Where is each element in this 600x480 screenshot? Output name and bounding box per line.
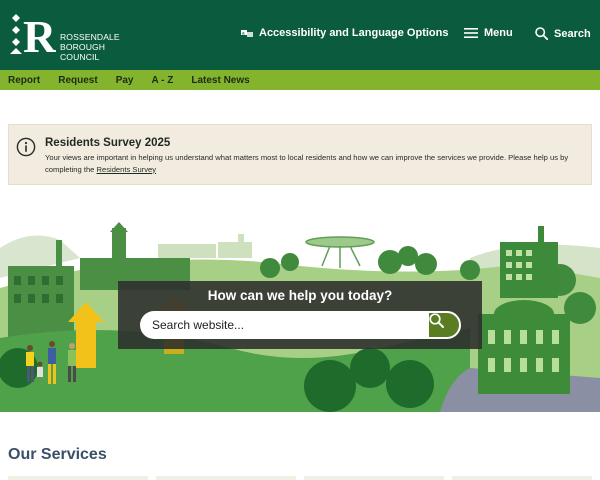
hero-banner: How can we help you today? [0, 218, 600, 412]
survey-title: Residents Survey 2025 [45, 137, 171, 149]
service-card[interactable] [304, 476, 444, 480]
service-card[interactable] [8, 476, 148, 480]
language-icon: a [241, 29, 253, 37]
nav-latest-news[interactable]: Latest News [191, 75, 249, 86]
survey-banner: Residents Survey 2025 Your views are imp… [8, 124, 592, 185]
search-icon [429, 313, 444, 328]
service-card[interactable] [452, 476, 592, 480]
info-icon [16, 137, 36, 157]
council-name: ROSSENDALE BOROUGH COUNCIL [60, 32, 120, 62]
site-header: R ROSSENDALE BOROUGH COUNCIL a Accessibi… [0, 0, 600, 70]
nav-a-z[interactable]: A - Z [151, 75, 173, 86]
logo-emblem-icon: R [10, 11, 57, 62]
header-search-button[interactable]: Search [535, 27, 591, 40]
service-card[interactable] [156, 476, 296, 480]
council-name-line-3: COUNCIL [60, 52, 100, 62]
survey-description: Your views are important in helping us u… [45, 152, 585, 175]
council-name-line-1: ROSSENDALE [60, 32, 120, 42]
accessibility-options-label: Accessibility and Language Options [259, 27, 449, 39]
council-logo[interactable]: R ROSSENDALE BOROUGH COUNCIL [8, 11, 120, 62]
nav-report[interactable]: Report [8, 75, 40, 86]
site-search-input[interactable] [140, 311, 438, 339]
hamburger-icon [464, 28, 478, 38]
nav-request[interactable]: Request [58, 75, 97, 86]
accessibility-options-button[interactable]: a Accessibility and Language Options [241, 27, 448, 39]
help-heading: How can we help you today? [207, 288, 393, 303]
menu-label: Menu [484, 27, 513, 39]
residents-survey-link[interactable]: Residents Survey [97, 165, 157, 174]
svg-text:R: R [23, 12, 56, 58]
menu-button[interactable]: Menu [464, 27, 513, 39]
site-search-submit-button[interactable] [427, 311, 461, 339]
search-icon [535, 27, 548, 40]
quick-nav: Report Request Pay A - Z Latest News [0, 70, 600, 90]
help-search-panel: How can we help you today? [118, 281, 482, 349]
nav-pay[interactable]: Pay [116, 75, 134, 86]
services-heading: Our Services [8, 446, 107, 463]
header-search-label: Search [554, 27, 591, 40]
council-name-line-2: BOROUGH [60, 42, 106, 52]
